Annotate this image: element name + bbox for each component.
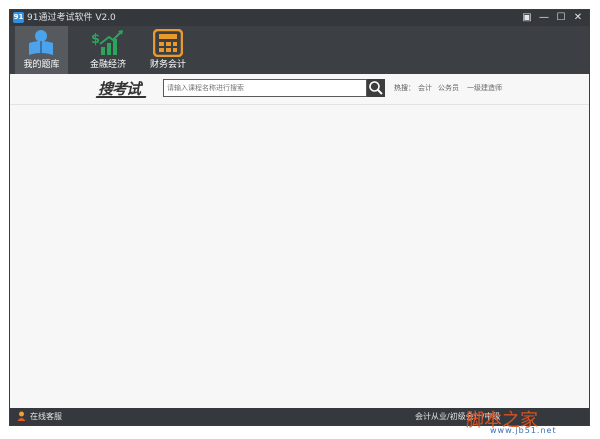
window-title: 91通过考试软件 V2.0 <box>27 13 116 23</box>
search-icon <box>369 81 383 95</box>
search-button[interactable] <box>367 79 385 97</box>
online-service-link[interactable]: 在线客服 <box>30 411 62 422</box>
finance-chart-icon: $ <box>91 30 123 55</box>
logo-underline <box>95 96 147 98</box>
main-toolbar: 我的题库 $ 金融经济 财务会计 <box>10 26 589 74</box>
hot-term-constructor[interactable]: 一级建造师 <box>467 83 502 93</box>
tool-finance-economics[interactable]: $ 金融经济 <box>80 26 136 74</box>
main-content-area <box>10 105 589 409</box>
watermark-url: www.jb51.net <box>490 426 557 435</box>
skin-button[interactable]: ▣ <box>519 11 535 25</box>
app-window: 91 91通过考试软件 V2.0 ▣ — ☐ ✕ 我的题库 $ 金融经济 财务会… <box>9 9 590 426</box>
calculator-icon <box>153 29 183 57</box>
tool-label: 财务会计 <box>149 60 186 70</box>
maximize-button[interactable]: ☐ <box>553 11 569 25</box>
tool-label: 我的题库 <box>23 60 60 70</box>
hot-term-accounting[interactable]: 会计 <box>418 83 432 93</box>
hot-term-civil-servant[interactable]: 公务员 <box>438 83 459 93</box>
search-input[interactable] <box>163 79 367 97</box>
customer-service-icon <box>17 411 26 421</box>
svg-text:$: $ <box>91 32 100 47</box>
tool-label: 金融经济 <box>89 60 126 70</box>
reader-icon <box>29 30 53 55</box>
app-icon: 91 <box>13 12 24 23</box>
close-button[interactable]: ✕ <box>570 11 586 25</box>
title-bar[interactable]: 91 91通过考试软件 V2.0 ▣ — ☐ ✕ <box>10 10 589 26</box>
search-bar: 搜考试 热搜： 会计 公务员 一级建造师 <box>10 74 589 105</box>
tool-my-question-bank[interactable]: 我的题库 <box>15 26 68 74</box>
tool-financial-accounting[interactable]: 财务会计 <box>140 26 196 74</box>
minimize-button[interactable]: — <box>536 11 552 25</box>
hot-search-label: 热搜： <box>394 84 415 92</box>
